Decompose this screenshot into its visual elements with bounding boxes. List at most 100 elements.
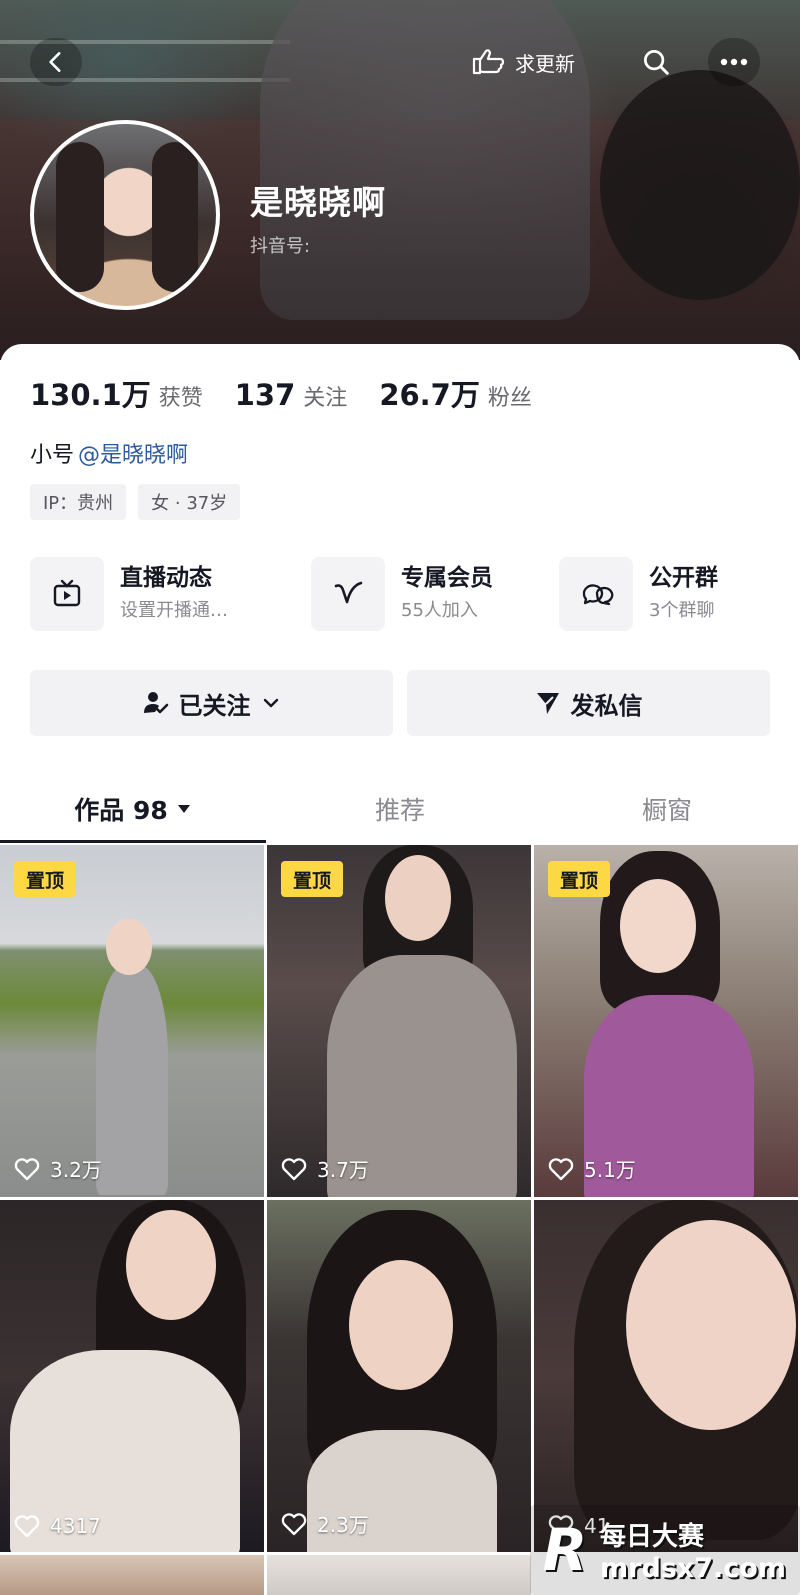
alt-account-line: 小号 @是晓晓啊 (30, 437, 188, 469)
tab-works[interactable]: 作品 98 (0, 775, 266, 843)
stat-label: 粉丝 (487, 386, 532, 411)
feature-entries: 直播动态 设置开播通… 专属会员 55人加入 公开群 3个群聊 (30, 557, 770, 631)
following-button[interactable]: 已关注 (30, 670, 393, 736)
user-check-icon (143, 692, 168, 714)
douyin-id[interactable]: 抖音号: (250, 232, 310, 258)
chat-bubbles-icon (582, 584, 614, 606)
video-likes: 3.2万 (14, 1154, 102, 1183)
stat-followers[interactable]: 26.7万 粉丝 (379, 372, 532, 414)
video-thumbnail[interactable]: 4317 (0, 1200, 264, 1552)
heart-icon (281, 1512, 307, 1535)
video-thumbnail[interactable] (267, 1555, 531, 1595)
caret-down-icon (177, 805, 190, 813)
more-dots-icon (720, 58, 748, 66)
feature-title: 直播动态 (120, 565, 212, 591)
gender-age-tag: 女 · 37岁 (138, 484, 241, 520)
tab-recommend[interactable]: 推荐 (267, 775, 533, 843)
feature-icon-box (30, 557, 104, 631)
heart-icon (548, 1157, 574, 1180)
stat-label: 获赞 (158, 386, 203, 411)
avatar-hair (56, 142, 104, 292)
feature-icon-box (311, 557, 385, 631)
video-thumbnail[interactable]: 2.3万 (267, 1200, 531, 1552)
video-subject-face (620, 879, 696, 973)
profile-actions: 已关注 发私信 (30, 670, 770, 736)
avatar-hair (152, 142, 198, 292)
feature-title: 公开群 (649, 565, 718, 591)
video-likes: 3.7万 (281, 1154, 369, 1183)
tab-showcase[interactable]: 橱窗 (534, 775, 800, 843)
more-options-button[interactable] (708, 38, 760, 86)
video-subject-face (126, 1210, 216, 1320)
stat-following[interactable]: 137 关注 (235, 378, 348, 412)
feature-subtitle: 3个群聊 (649, 600, 715, 621)
video-likes-count: 3.2万 (50, 1158, 102, 1182)
alt-account-link[interactable]: @是晓晓啊 (78, 443, 188, 468)
stat-label: 关注 (303, 386, 348, 411)
heart-icon (281, 1157, 307, 1180)
video-likes: 2.3万 (281, 1509, 369, 1538)
alt-account-prefix: 小号 (30, 443, 75, 468)
heart-icon (14, 1157, 40, 1180)
video-thumbnail[interactable]: 置顶 3.7万 (267, 845, 531, 1197)
video-subject-face (106, 919, 152, 975)
watermark-text: 每日大赛 mrdsx7.com (600, 1516, 786, 1584)
v-icon (334, 581, 363, 604)
active-tab-indicator (0, 840, 266, 843)
stat-value: 137 (234, 378, 296, 412)
search-button[interactable] (632, 38, 680, 86)
video-likes-count: 4317 (50, 1514, 101, 1538)
video-likes: 4317 (14, 1514, 101, 1538)
watermark-logo: R (542, 1516, 588, 1584)
tv-icon (53, 579, 81, 607)
ip-location-tag: IP：贵州 (30, 484, 127, 520)
video-thumbnail[interactable]: 置顶 5.1万 (534, 845, 798, 1197)
feature-live-status[interactable]: 直播动态 设置开播通… (30, 557, 228, 631)
pinned-badge: 置顶 (548, 861, 610, 897)
search-icon (644, 50, 669, 75)
feature-subtitle: 设置开播通… (120, 600, 228, 621)
request-update-button[interactable]: 求更新 (448, 38, 598, 86)
tab-label: 推荐 (374, 796, 425, 825)
profile-tags: IP：贵州 女 · 37岁 (30, 484, 241, 520)
hand-point-icon (472, 49, 505, 75)
video-likes-count: 2.3万 (317, 1513, 369, 1537)
video-thumbnail[interactable]: 置顶 3.2万 (0, 845, 264, 1197)
video-thumbnail[interactable] (0, 1555, 264, 1595)
video-subject-face (349, 1260, 453, 1390)
pinned-badge: 置顶 (281, 861, 343, 897)
feature-title: 专属会员 (401, 565, 493, 591)
video-likes-count: 3.7万 (317, 1158, 369, 1182)
send-message-label: 发私信 (570, 691, 643, 720)
profile-nickname: 是晓晓啊 (250, 183, 386, 222)
video-subject-face (626, 1220, 796, 1430)
content-tabs: 作品 98 推荐 橱窗 (0, 775, 800, 843)
stat-value: 26.7万 (379, 378, 480, 412)
watermark-cn: 每日大赛 (600, 1522, 705, 1552)
profile-stats: 130.1万 获赞 137 关注 26.7万 粉丝 (30, 372, 564, 414)
watermark: R 每日大赛 mrdsx7.com (530, 1505, 800, 1595)
watermark-url: mrdsx7.com (600, 1553, 786, 1584)
video-likes-count: 5.1万 (584, 1158, 636, 1182)
heart-icon (14, 1515, 40, 1538)
feature-subtitle: 55人加入 (401, 600, 478, 621)
cover-fur-coat (600, 70, 800, 300)
feature-public-group[interactable]: 公开群 3个群聊 (559, 557, 718, 631)
video-cover (267, 1555, 531, 1595)
chevron-down-icon (263, 698, 278, 708)
feature-membership[interactable]: 专属会员 55人加入 (311, 557, 493, 631)
tab-label: 橱窗 (641, 796, 692, 825)
stat-likes[interactable]: 130.1万 获赞 (30, 372, 203, 414)
tab-label: 作品 98 (74, 796, 168, 825)
back-button[interactable] (30, 38, 82, 86)
send-message-button[interactable]: 发私信 (407, 670, 770, 736)
video-likes: 5.1万 (548, 1154, 636, 1183)
chevron-left-icon (49, 52, 61, 72)
avatar[interactable] (30, 120, 220, 310)
stat-value: 130.1万 (30, 378, 151, 412)
request-update-label: 求更新 (515, 51, 575, 76)
video-subject (96, 965, 168, 1195)
video-thumbnail[interactable]: 41 (534, 1200, 798, 1552)
send-icon (536, 693, 559, 714)
video-subject-face (385, 855, 451, 941)
